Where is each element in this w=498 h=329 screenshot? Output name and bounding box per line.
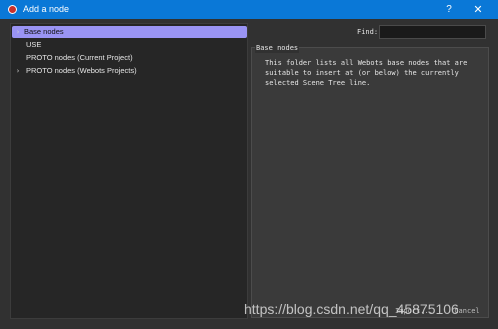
watermark-text: https://blog.csdn.net/qq_45875106 xyxy=(244,301,459,317)
title-bar: Add a node ? ✕ xyxy=(0,0,498,19)
close-button[interactable]: ✕ xyxy=(464,1,492,18)
tree-item-use[interactable]: USE xyxy=(12,39,245,51)
tree-item-base-nodes[interactable]: Base nodes xyxy=(12,26,247,38)
tree-item-label: Base nodes xyxy=(24,27,64,36)
info-group-title: Base nodes xyxy=(255,44,300,53)
expand-arrow-icon[interactable]: › xyxy=(14,26,22,38)
node-info-group: Base nodes This folder lists all Webots … xyxy=(251,44,489,318)
node-description: This folder lists all Webots base nodes … xyxy=(265,59,472,87)
help-button[interactable]: ? xyxy=(441,2,457,17)
window-title: Add a node xyxy=(23,4,70,14)
tree-item-label: USE xyxy=(26,40,42,49)
find-input[interactable] xyxy=(379,25,486,39)
expand-arrow-icon[interactable]: › xyxy=(14,65,22,77)
tree-item-proto-current[interactable]: PROTO nodes (Current Project) xyxy=(12,52,245,64)
find-label: Find: xyxy=(357,28,379,36)
tree-item-label: PROTO nodes (Webots Projects) xyxy=(26,66,137,75)
tree-item-label: PROTO nodes (Current Project) xyxy=(26,53,133,62)
tree-item-proto-webots[interactable]: PROTO nodes (Webots Projects) xyxy=(12,65,245,77)
webots-app-icon xyxy=(8,5,17,14)
